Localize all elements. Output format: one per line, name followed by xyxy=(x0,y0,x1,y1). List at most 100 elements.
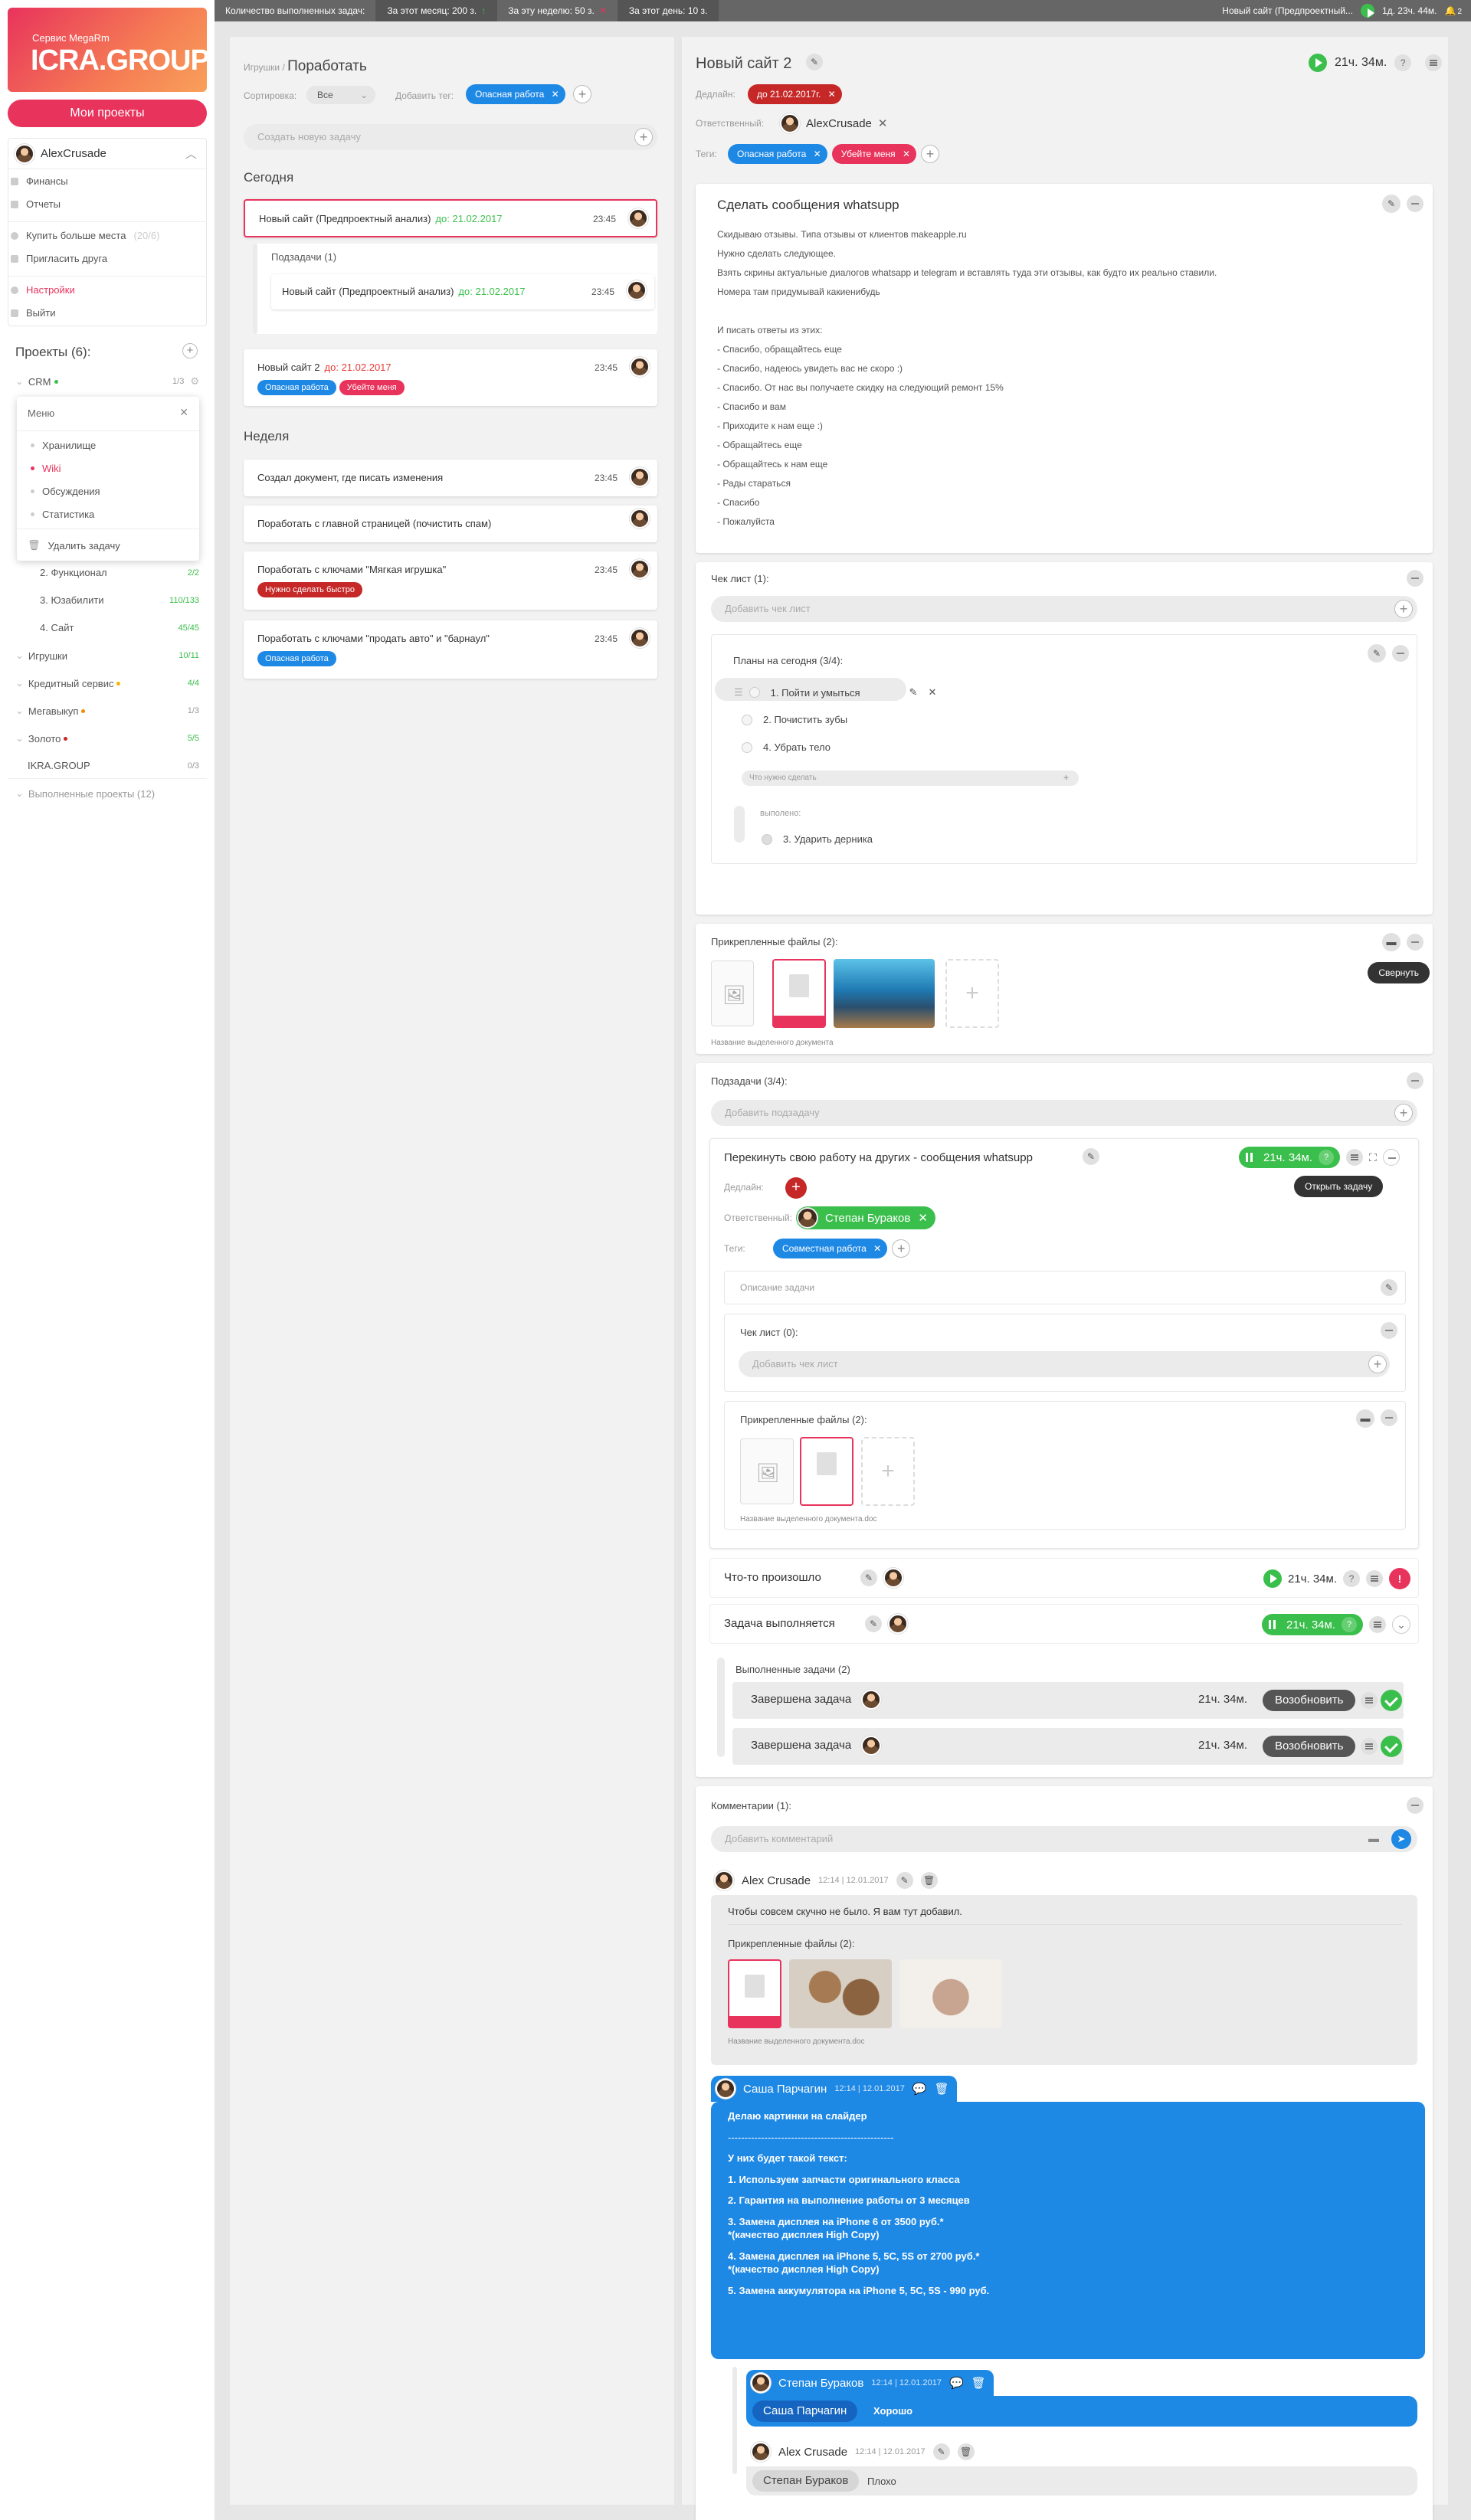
add-icon[interactable]: + xyxy=(1394,1104,1413,1122)
project-row[interactable]: ⌄ Мегавыкуп 1/3 xyxy=(15,705,199,717)
subproject-row[interactable]: 3. Юзабилити 110/133 xyxy=(40,594,199,606)
pencil-icon[interactable]: ✎ xyxy=(932,2443,950,2460)
document-thumbnail[interactable] xyxy=(800,1437,853,1506)
collapse-icon[interactable] xyxy=(1392,645,1409,662)
add-checklist-input[interactable]: Добавить чек лист xyxy=(739,1351,1390,1377)
deadline-badge[interactable]: до 21.02.2017г. ✕ xyxy=(748,84,842,104)
dropdown-item-wiki[interactable]: Wiki xyxy=(31,463,61,474)
checkbox[interactable] xyxy=(742,714,752,725)
trash-icon[interactable]: 🗑 xyxy=(935,2082,949,2096)
add-project-icon[interactable]: + xyxy=(182,343,198,358)
collapse-icon[interactable] xyxy=(1381,1409,1397,1426)
subtask-description[interactable]: Описание задачи ✎ xyxy=(724,1271,1406,1304)
resume-button[interactable]: Возобновить xyxy=(1263,1736,1356,1757)
add-deadline-icon[interactable]: + xyxy=(785,1177,807,1199)
resume-button[interactable]: Возобновить xyxy=(1263,1690,1356,1711)
add-comment-input[interactable]: Добавить комментарий xyxy=(711,1826,1417,1852)
task-card[interactable]: Новый сайт 2 до: 21.02.2017 23:45 Опасная… xyxy=(244,349,657,406)
tag[interactable]: Совместная работа ✕ xyxy=(773,1239,888,1258)
folder-icon[interactable]: ▬ xyxy=(1356,1409,1374,1428)
chat-icon[interactable]: 💬 xyxy=(912,2082,927,2096)
play-icon[interactable] xyxy=(1360,4,1374,18)
menu-settings[interactable]: Настройки xyxy=(11,284,75,296)
tag[interactable]: Опасная работа xyxy=(257,380,336,395)
task-timer[interactable]: 21ч. 34м.? xyxy=(1309,54,1443,72)
add-icon[interactable]: + xyxy=(1368,1355,1387,1373)
menu-finance[interactable]: Финансы xyxy=(11,175,68,187)
stat-week[interactable]: За эту неделю: 50 з. ✕ xyxy=(497,0,618,21)
add-tag-icon[interactable]: + xyxy=(921,145,940,163)
menu-buy-space[interactable]: Купить больше места (20/6) xyxy=(11,230,159,241)
image-thumbnail[interactable]: 🖼 xyxy=(711,961,754,1026)
tag[interactable]: Опасная работа xyxy=(257,651,336,666)
photo-thumbnail[interactable] xyxy=(834,959,935,1028)
subtask-card[interactable]: Новый сайт (Предпроектный анализ) до: 21.… xyxy=(271,274,654,309)
document-thumbnail[interactable] xyxy=(772,959,826,1028)
project-row[interactable]: ⌄ Кредитный сервис 4/4 xyxy=(15,677,199,689)
add-task-icon[interactable]: + xyxy=(634,128,653,146)
dropdown-item-storage[interactable]: Хранилище xyxy=(31,440,96,451)
collapse-icon[interactable] xyxy=(1407,570,1423,587)
stat-day[interactable]: За этот день: 10 з. xyxy=(618,0,719,21)
add-tag-icon[interactable]: + xyxy=(573,85,591,103)
responsible-user[interactable]: Степан Бураков ✕ xyxy=(796,1206,935,1229)
menu-icon[interactable] xyxy=(1425,54,1443,71)
photo-thumbnail[interactable] xyxy=(899,1959,1002,2028)
subproject-row[interactable]: 4. Сайт 45/45 xyxy=(40,622,199,633)
menu-reports[interactable]: Отчеты xyxy=(11,198,61,210)
folder-icon[interactable]: ▬ xyxy=(1368,1832,1379,1844)
photo-thumbnail[interactable] xyxy=(789,1959,892,2028)
add-icon[interactable]: + xyxy=(1063,772,1069,783)
add-file-button[interactable]: + xyxy=(945,959,999,1028)
pencil-icon[interactable]: ✎ xyxy=(1382,195,1401,213)
subproject-row[interactable]: 2. Функционал 2/2 xyxy=(40,567,199,578)
document-thumbnail[interactable] xyxy=(728,1959,781,2028)
add-tag-icon[interactable]: + xyxy=(892,1239,911,1258)
tag[interactable]: Убейте меня xyxy=(339,380,405,395)
task-card[interactable]: Новый сайт (Предпроектный анализ) до: 21.… xyxy=(244,199,657,237)
responsible-user[interactable]: AlexCrusade ✕ xyxy=(780,113,887,133)
collapse-icon[interactable] xyxy=(1407,195,1423,212)
my-projects-button[interactable]: Мои проекты xyxy=(8,100,207,127)
collapse-icon[interactable] xyxy=(1407,934,1423,951)
project-crm[interactable]: ⌄ CRM 1/3 ⚙ xyxy=(15,375,199,388)
new-task-input[interactable]: Создать новую задачу xyxy=(244,124,657,150)
trash-icon[interactable]: 🗑 xyxy=(920,1872,938,1889)
subtask-timer[interactable]: 21ч. 34м.? xyxy=(1239,1147,1340,1168)
project-row[interactable]: IKRA.GROUP 0/3 xyxy=(15,760,199,771)
checkbox[interactable] xyxy=(762,833,772,845)
pencil-icon[interactable]: ✎ xyxy=(1368,644,1386,663)
subtask-title[interactable]: Перекинуть свою работу на других - сообщ… xyxy=(724,1151,1033,1164)
collapse-icon[interactable] xyxy=(1407,1072,1423,1089)
project-row[interactable]: ⌄ Игрушки 10/11 xyxy=(15,650,199,662)
add-file-button[interactable]: + xyxy=(861,1437,915,1506)
menu-logout[interactable]: Выйти xyxy=(11,307,56,319)
stat-month[interactable]: За этот месяц: 200 з. ↑ xyxy=(376,0,498,21)
checklist-item[interactable]: 2. Почистить зубы xyxy=(742,714,847,725)
breadcrumb[interactable]: Игрушки / Поработать xyxy=(244,58,367,75)
user-header[interactable]: AlexCrusade ︿ xyxy=(8,139,206,169)
subtask-row[interactable]: Что-то произошло ✎ 21ч. 34м.?! xyxy=(709,1558,1419,1598)
checklist-item-input[interactable]: Что нужно сделать xyxy=(742,771,1079,786)
bell-icon[interactable]: 🔔 2 xyxy=(1444,5,1462,16)
trash-icon[interactable]: 🗑 xyxy=(957,2443,975,2460)
chat-icon[interactable]: 💬 xyxy=(949,2376,964,2390)
menu-icon[interactable] xyxy=(1346,1149,1363,1166)
sort-select[interactable]: Все ⌄ xyxy=(306,86,375,104)
checkbox[interactable] xyxy=(749,687,760,698)
task-card[interactable]: Создал документ, где писать изменения 23… xyxy=(244,460,657,496)
project-row[interactable]: ⌄ Золото 5/5 xyxy=(15,732,199,745)
completed-subtask-row[interactable]: Завершена задача 21ч. 34м. Возобновить xyxy=(732,1682,1404,1719)
logo[interactable]: Сервис MegaRm ICRA.GROUP xyxy=(8,8,210,92)
checklist-item[interactable]: 4. Убрать тело xyxy=(742,741,831,753)
settings-icon[interactable]: ⚙ xyxy=(190,375,199,388)
play-icon[interactable] xyxy=(1309,54,1327,72)
collapse-icon[interactable] xyxy=(1381,1322,1397,1339)
tag[interactable]: Убейте меня ✕ xyxy=(831,144,917,164)
tag[interactable]: Нужно сделать быстро xyxy=(257,582,362,597)
filter-tag[interactable]: Опасная работа ✕ xyxy=(466,84,565,104)
completed-projects[interactable]: ⌄ Выполненные проекты (12) xyxy=(15,787,199,800)
add-icon[interactable]: + xyxy=(1394,600,1413,618)
image-thumbnail[interactable]: 🖼 xyxy=(740,1438,794,1504)
task-card[interactable]: Поработать с ключами "продать авто" и "б… xyxy=(244,620,657,679)
